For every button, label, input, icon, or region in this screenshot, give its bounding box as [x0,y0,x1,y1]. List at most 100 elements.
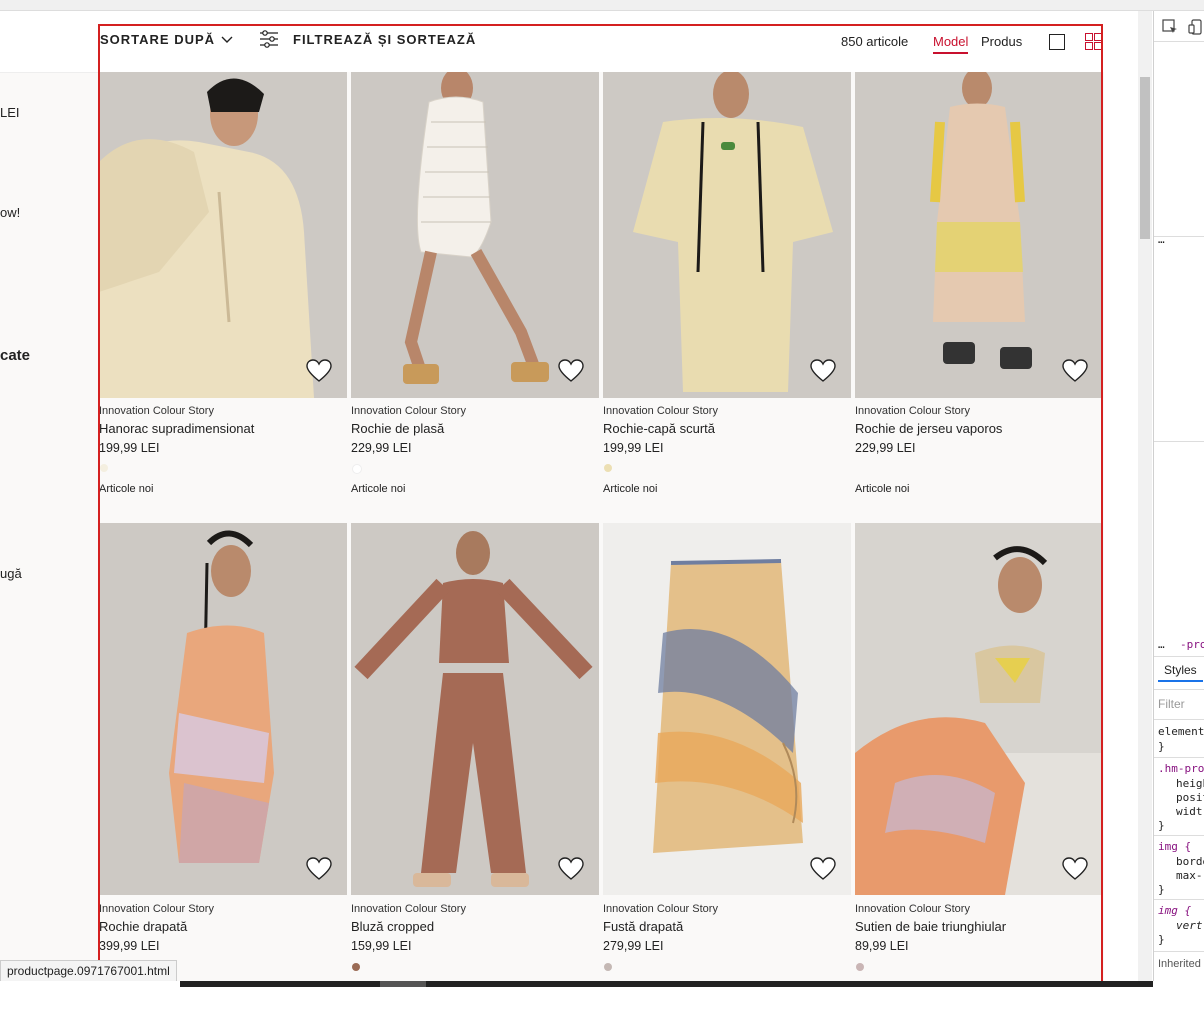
css-rule-line: heigh [1176,777,1204,790]
new-badge: Articole noi [99,483,154,495]
sliders-icon [260,30,278,48]
product-price: 399,99 LEI [99,939,160,953]
product-grid: Innovation Colour Story Hanorac supradim… [99,72,1104,988]
product-brand: Innovation Colour Story [855,405,970,417]
filter-sort-button[interactable]: FILTREAZĂ ȘI SORTEAZĂ [259,30,476,48]
product-name[interactable]: Sutien de baie triunghiular [855,919,1006,934]
dom-breadcrumb[interactable]: -pro [1180,638,1204,651]
color-swatch[interactable] [100,464,108,472]
heart-icon[interactable] [306,856,332,882]
product-brand: Innovation Colour Story [351,405,466,417]
styles-tab[interactable]: Styles [1158,663,1203,682]
more-dots-icon[interactable]: … [1158,233,1165,246]
product-image[interactable] [603,523,851,895]
left-panel-heading: cate [0,347,31,364]
color-swatch[interactable] [604,464,612,472]
heart-icon[interactable] [306,358,332,384]
left-panel-text: LEI [0,105,20,120]
product-name[interactable]: Bluză cropped [351,919,434,934]
css-rule-line: widt [1176,805,1203,818]
css-rule-line: } [1158,819,1165,832]
chevron-down-icon [221,36,233,43]
color-swatch[interactable] [352,464,362,474]
product-image[interactable] [855,523,1103,895]
view-model-tab[interactable]: Model [933,34,969,54]
sort-dropdown[interactable]: SORTARE DUPĂ [100,32,233,47]
css-rule-line: borde [1176,855,1204,868]
heart-icon[interactable] [558,358,584,384]
css-rule-line: } [1158,933,1165,946]
product-name[interactable]: Rochie de plasă [351,421,444,436]
product-brand: Innovation Colour Story [603,405,718,417]
product-brand: Innovation Colour Story [99,405,214,417]
product-image[interactable] [99,72,347,398]
css-rule-line: img { [1158,904,1192,917]
new-badge: Articole noi [603,483,658,495]
css-rule-line: max- [1176,869,1203,882]
heart-icon[interactable] [558,856,584,882]
product-price: 159,99 LEI [351,939,412,953]
new-badge: Articole noi [351,483,406,495]
scrollbar-thumb[interactable] [380,981,426,987]
heart-icon[interactable] [810,358,836,384]
breadcrumb-more-icon[interactable]: … [1158,638,1165,651]
product-image[interactable] [351,523,599,895]
left-panel-header [0,11,98,73]
product-name[interactable]: Fustă drapată [603,919,683,934]
css-rule-line: posit [1176,791,1204,804]
product-brand: Innovation Colour Story [351,903,466,915]
left-panel-text: ugă [0,566,22,581]
css-rule-line: } [1158,883,1165,896]
css-rule-line: vert [1176,919,1203,932]
color-swatch[interactable] [856,963,864,971]
product-price: 89,99 LEI [855,939,909,953]
css-rule-line: img { [1158,840,1192,853]
left-panel: LEI ow! cate ugă [0,11,98,981]
status-bar-url: productpage.0971767001.html [0,960,177,983]
grid-view-icon[interactable] [1085,33,1102,50]
single-view-icon[interactable] [1049,34,1065,50]
article-count: 850 articole [841,34,909,49]
product-price: 199,99 LEI [603,441,664,455]
sort-label: SORTARE DUPĂ [100,32,216,47]
listing-toolbar: SORTARE DUPĂ FILTREAZĂ ȘI SORTEAZĂ 850 a… [99,25,1104,72]
filter-sort-label: FILTREAZĂ ȘI SORTEAZĂ [293,31,477,47]
view-product-tab[interactable]: Produs [981,34,1022,49]
new-badge: Articole noi [855,483,910,495]
product-image[interactable] [99,523,347,895]
product-price: 229,99 LEI [855,441,916,455]
heart-icon[interactable] [1062,856,1088,882]
page-vertical-scrollbar[interactable] [1138,11,1152,981]
product-name[interactable]: Hanorac supradimensionat [99,421,254,436]
product-image[interactable] [603,72,851,398]
heart-icon[interactable] [1062,358,1088,384]
devtools-panel: … … -pro Styles Filter element } .hm-pro… [1153,11,1204,981]
horizontal-scrollbar[interactable] [0,981,1153,990]
product-brand: Innovation Colour Story [855,903,970,915]
left-panel-text: ow! [0,205,21,220]
product-price: 199,99 LEI [99,441,160,455]
heart-icon[interactable] [810,856,836,882]
inherited-label: Inherited [1158,958,1201,970]
color-swatch[interactable] [352,963,360,971]
css-rule-line: } [1158,740,1165,753]
scrollbar-track [180,981,1153,987]
product-image[interactable] [351,72,599,398]
color-swatch[interactable] [604,963,612,971]
product-price: 279,99 LEI [603,939,664,953]
product-brand: Innovation Colour Story [99,903,214,915]
css-rule-line: element [1158,725,1204,738]
product-name[interactable]: Rochie drapată [99,919,187,934]
styles-filter-input[interactable]: Filter [1158,697,1185,711]
device-toolbar-icon[interactable] [1188,19,1204,35]
css-rule-line: .hm-pro [1158,762,1204,775]
product-price: 229,99 LEI [351,441,412,455]
product-name[interactable]: Rochie de jerseu vaporos [855,421,1002,436]
product-brand: Innovation Colour Story [603,903,718,915]
inspect-element-icon[interactable] [1162,19,1178,35]
product-image[interactable] [855,72,1103,398]
product-name[interactable]: Rochie-capă scurtă [603,421,715,436]
product-listing: SORTARE DUPĂ FILTREAZĂ ȘI SORTEAZĂ 850 a… [99,25,1104,988]
browser-top-strip [0,0,1204,11]
page-scrollbar-thumb[interactable] [1140,77,1150,239]
